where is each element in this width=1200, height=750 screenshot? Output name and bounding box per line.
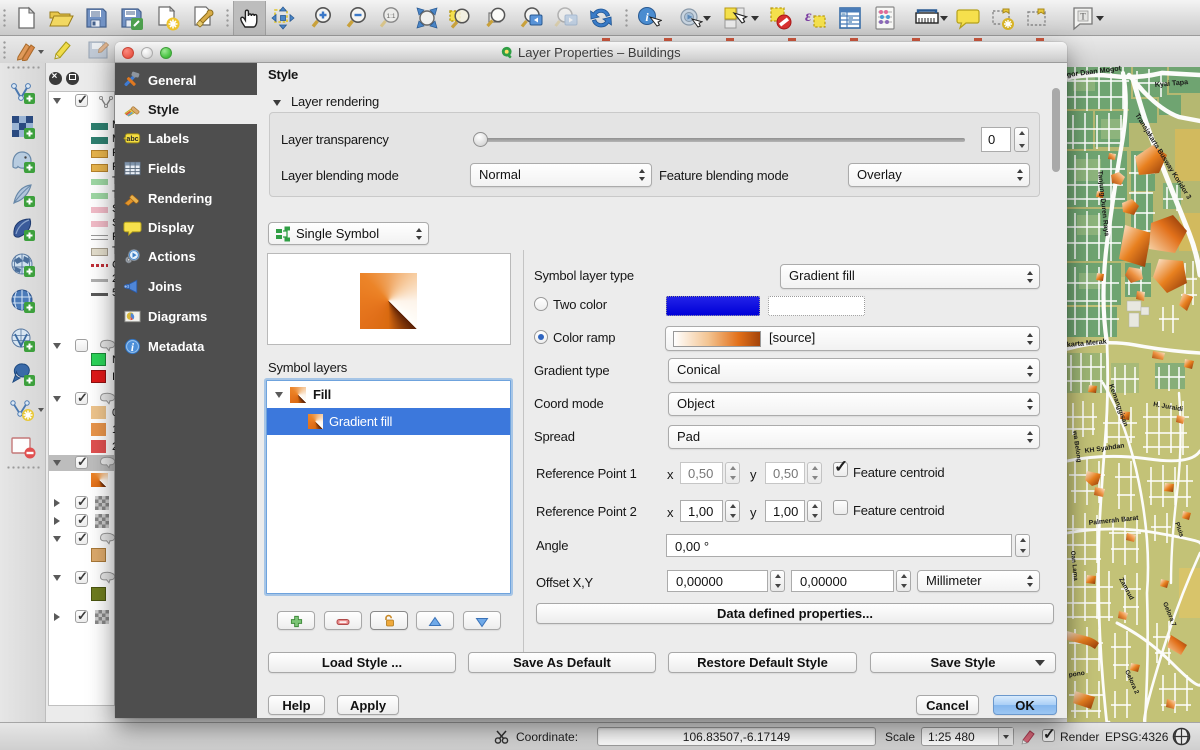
svg-text:T: T [1080, 12, 1086, 22]
svg-text:abc: abc [126, 135, 138, 143]
svg-text:ε: ε [805, 8, 812, 25]
svg-text:1:1: 1:1 [386, 13, 395, 20]
